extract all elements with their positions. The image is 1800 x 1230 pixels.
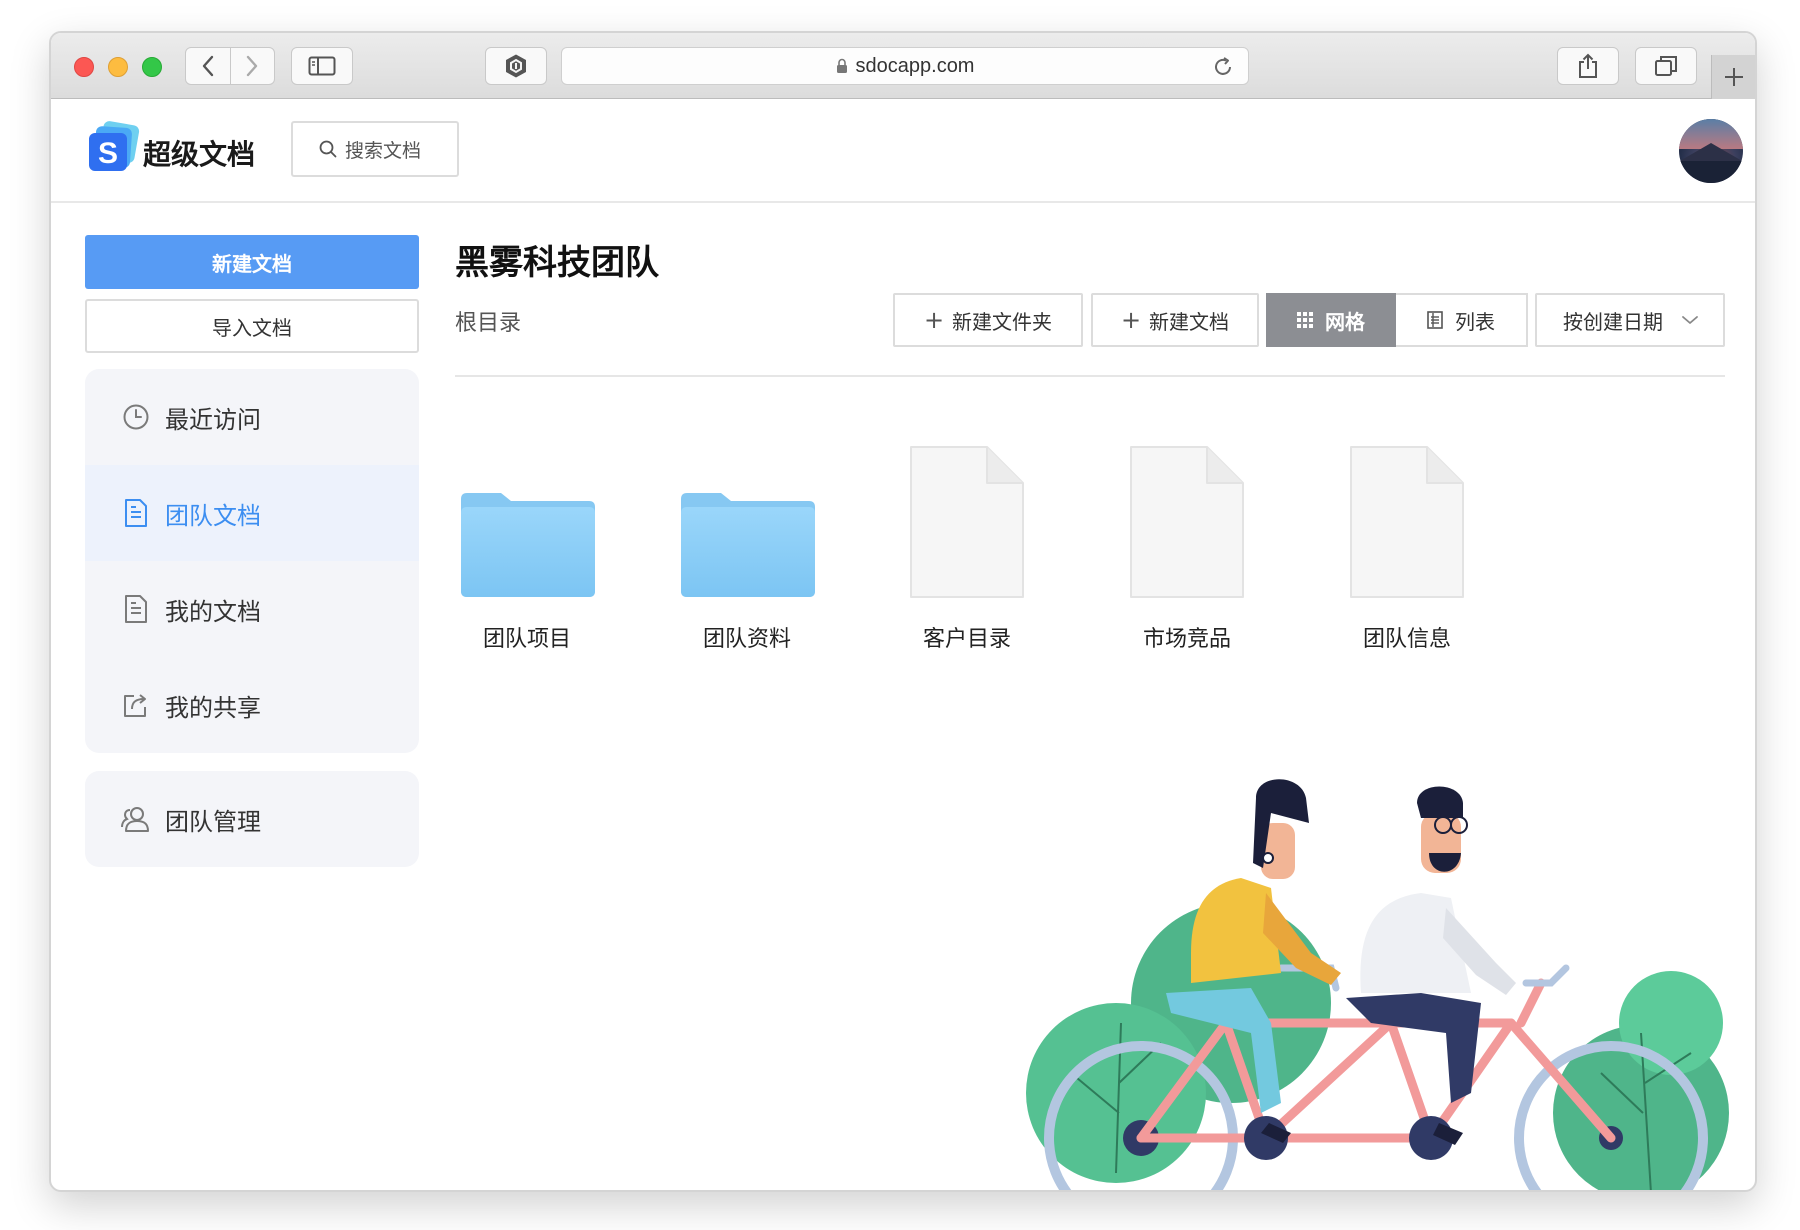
user-avatar[interactable] xyxy=(1679,119,1743,183)
search-icon xyxy=(319,140,337,158)
hexagon-shield-icon xyxy=(506,54,526,78)
folder-icon xyxy=(681,493,815,597)
close-window-button[interactable] xyxy=(74,57,94,77)
file-name: 市场竞品 xyxy=(1142,627,1231,652)
chevron-right-icon xyxy=(247,55,258,77)
file-name: 团队资料 xyxy=(702,627,791,652)
share-arrow-icon xyxy=(1579,53,1597,78)
content-divider xyxy=(455,375,1725,377)
browser-toolbar: sdocapp.com xyxy=(51,33,1755,99)
share-icon xyxy=(121,690,151,720)
sidebar-item-my-docs[interactable]: 我的文档 xyxy=(85,561,419,657)
document-icon xyxy=(121,594,151,624)
document-file-icon xyxy=(1130,446,1244,598)
sidebar-item-label: 我的文档 xyxy=(165,597,261,626)
grid-view-button[interactable]: 网格 xyxy=(1266,293,1396,347)
svg-text:S: S xyxy=(98,137,118,170)
sidebar-toggle-button[interactable] xyxy=(291,47,353,85)
reload-icon[interactable] xyxy=(1212,56,1234,78)
sidebar-item-label: 最近访问 xyxy=(165,405,261,434)
breadcrumb[interactable]: 根目录 xyxy=(455,305,521,337)
file-item[interactable]: 团队资料 xyxy=(667,431,827,653)
sidebar-item-my-shares[interactable]: 我的共享 xyxy=(85,657,419,753)
document-file-icon xyxy=(910,446,1024,598)
tab-overview-button[interactable] xyxy=(1635,47,1697,85)
chevron-down-icon xyxy=(1682,316,1698,324)
sidebar-icon xyxy=(308,56,336,76)
back-button[interactable] xyxy=(186,47,230,85)
file-item[interactable]: 团队信息 xyxy=(1327,431,1487,653)
file-item[interactable]: 市场竞品 xyxy=(1107,431,1267,653)
lock-icon xyxy=(836,58,847,73)
new-folder-button[interactable]: + 新建文件夹 xyxy=(893,293,1083,347)
app-brand-name: 超级文档 xyxy=(143,138,256,171)
sort-label: 按创建日期 xyxy=(1563,309,1663,334)
extension-button[interactable] xyxy=(485,47,547,85)
plus-icon: + xyxy=(1120,306,1142,334)
tandem-bike-illustration xyxy=(1026,779,1729,1190)
sidebar-item-label: 团队文档 xyxy=(165,501,261,530)
sidebar-item-recent[interactable]: 最近访问 xyxy=(85,369,419,465)
new-document-button[interactable]: 新建文档 xyxy=(85,235,419,289)
plus-icon xyxy=(1724,68,1743,86)
address-bar[interactable]: sdocapp.com xyxy=(561,47,1249,85)
clock-icon xyxy=(121,402,151,432)
grid-view-label: 网格 xyxy=(1325,309,1365,334)
document-file-icon xyxy=(1350,446,1464,598)
team-manage-box: 团队管理 xyxy=(85,771,419,867)
sidebar-nav: 最近访问 团队文档 我的文档 我的共享 xyxy=(85,369,419,753)
list-view-label: 列表 xyxy=(1455,309,1495,334)
sort-dropdown[interactable]: 按创建日期 xyxy=(1535,293,1725,347)
page-title: 黑雾科技团队 xyxy=(455,243,659,283)
plus-icon: + xyxy=(923,306,945,334)
forward-button[interactable] xyxy=(230,47,274,85)
history-nav xyxy=(185,47,275,85)
document-icon xyxy=(121,498,151,528)
url-text: sdocapp.com xyxy=(855,54,975,77)
sidebar-item-label: 团队管理 xyxy=(165,807,261,836)
grid-icon xyxy=(1297,312,1313,328)
file-name: 团队信息 xyxy=(1362,627,1451,652)
file-name: 客户目录 xyxy=(922,627,1011,652)
sidebar-item-label: 我的共享 xyxy=(165,693,261,722)
search-placeholder: 搜索文档 xyxy=(345,139,422,162)
toolbar-new-document-button[interactable]: + 新建文档 xyxy=(1091,293,1259,347)
minimize-window-button[interactable] xyxy=(108,57,128,77)
file-name: 团队项目 xyxy=(482,627,571,652)
share-page-button[interactable] xyxy=(1557,47,1619,85)
chevron-left-icon xyxy=(202,55,213,77)
sidebar-item-team-docs[interactable]: 团队文档 xyxy=(85,465,419,561)
new-tab-button[interactable] xyxy=(1711,55,1755,99)
team-icon xyxy=(121,804,151,834)
list-icon xyxy=(1427,311,1443,329)
file-item[interactable]: 团队项目 xyxy=(447,431,607,653)
list-view-button[interactable]: 列表 xyxy=(1396,293,1528,347)
new-document-label: 新建文档 xyxy=(1149,309,1230,334)
zoom-window-button[interactable] xyxy=(142,57,162,77)
import-document-button[interactable]: 导入文档 xyxy=(85,299,419,353)
file-item[interactable]: 客户目录 xyxy=(887,431,1047,653)
new-folder-label: 新建文件夹 xyxy=(952,309,1053,334)
folder-icon xyxy=(461,493,595,597)
app-header: S 超级文档 搜索文档 xyxy=(51,99,1755,203)
app-logo[interactable]: S xyxy=(85,121,141,173)
browser-window: sdocapp.com S 超级文档 搜索文档 新建文档 导入文档 最近访问 团… xyxy=(49,31,1757,1192)
view-toggle: 网格 列表 xyxy=(1266,293,1528,347)
tabs-icon xyxy=(1655,56,1677,76)
search-input[interactable]: 搜索文档 xyxy=(291,121,459,177)
sidebar-item-team-manage[interactable]: 团队管理 xyxy=(85,771,419,867)
